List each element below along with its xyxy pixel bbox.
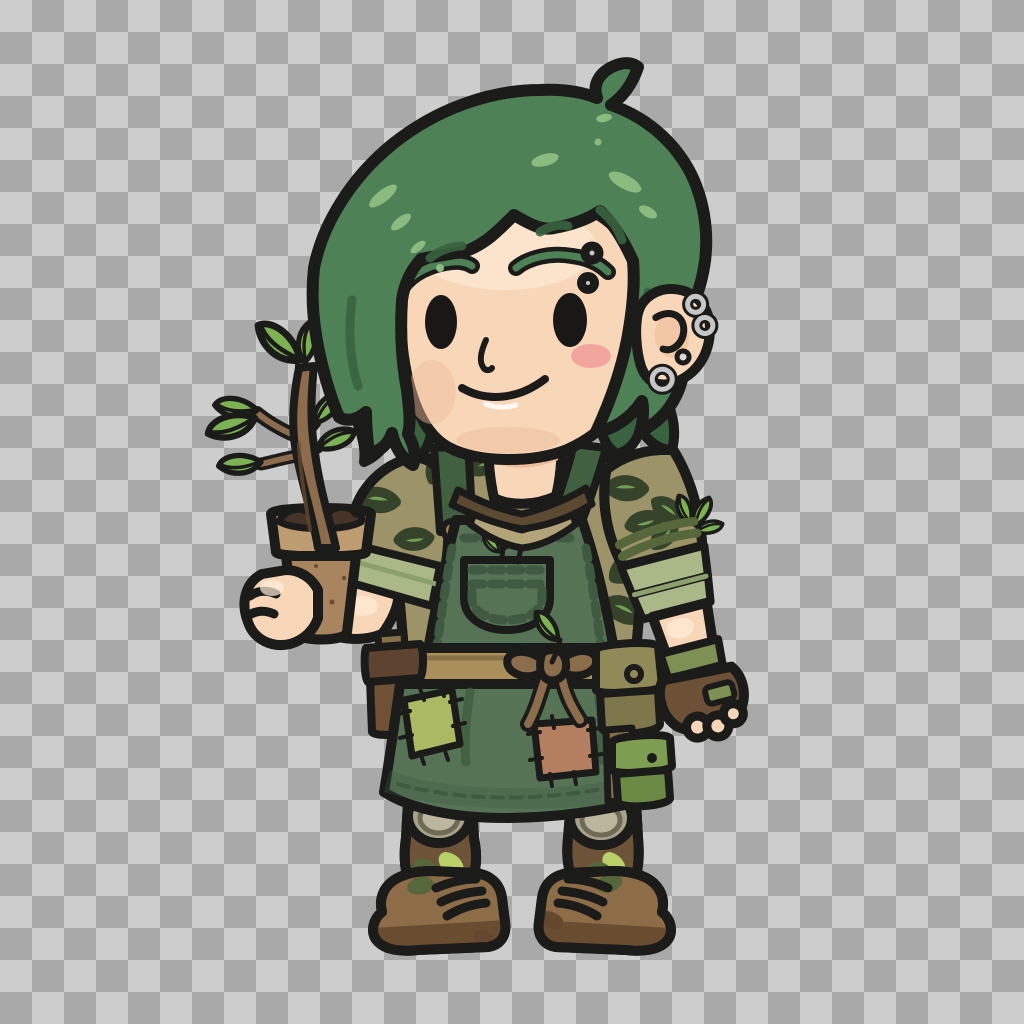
character-illustration: [0, 0, 1024, 1024]
transparency-checkerboard-background: [0, 0, 1024, 1024]
gripping-hand: [244, 570, 318, 645]
ear-stud: [676, 350, 689, 363]
eye-left: [425, 295, 457, 349]
boot-left: [370, 871, 510, 952]
pouch-stud: [627, 667, 641, 681]
character: [206, 63, 774, 952]
eye-right: [553, 293, 587, 347]
patch-brown: [528, 714, 602, 786]
ear: [631, 285, 719, 392]
blush: [571, 344, 611, 368]
boot-right: [534, 871, 674, 952]
